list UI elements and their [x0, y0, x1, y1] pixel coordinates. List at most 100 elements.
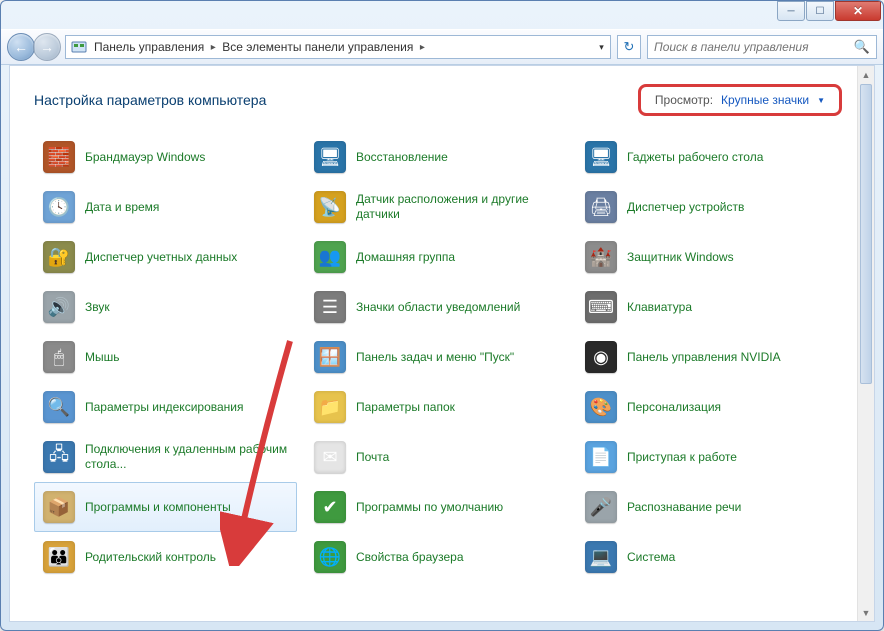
scrollbar[interactable]: ▲ ▼: [857, 66, 874, 621]
control-panel-item[interactable]: 🪟Панель задач и меню "Пуск": [305, 332, 568, 382]
item-label: Брандмауэр Windows: [85, 150, 205, 165]
item-label: Программы по умолчанию: [356, 500, 503, 515]
taskbar-icon: 🪟: [312, 339, 348, 375]
folder-icon: 📁: [312, 389, 348, 425]
control-panel-item[interactable]: 🧱 Брандмауэр Windows: [34, 132, 297, 182]
control-panel-item[interactable]: 🔊 Звук: [34, 282, 297, 332]
content-area: Настройка параметров компьютера Просмотр…: [9, 65, 875, 622]
index-icon: 🔍: [41, 389, 77, 425]
speech-icon: 🎤: [583, 489, 619, 525]
control-panel-item[interactable]: ◉Панель управления NVIDIA: [576, 332, 839, 382]
control-panel-window: ─ ☐ ✕ ← → Панель управления ▸ Все элемен…: [0, 0, 884, 631]
control-panel-item[interactable]: ✉Почта: [305, 432, 568, 482]
maximize-button[interactable]: ☐: [806, 1, 834, 21]
view-selector: Просмотр: Крупные значки ▼: [638, 84, 842, 116]
page-header: Настройка параметров компьютера Просмотр…: [10, 66, 874, 132]
chevron-down-icon[interactable]: ▼: [817, 96, 825, 105]
item-label: Дата и время: [85, 200, 159, 215]
search-icon: 🔍: [854, 39, 870, 55]
chevron-right-icon[interactable]: ▸: [415, 42, 429, 53]
control-panel-item[interactable]: 🖱Мышь: [34, 332, 297, 382]
control-panel-item[interactable]: 🎤 Распознавание речи: [576, 482, 839, 532]
tray-icon: ☰: [312, 289, 348, 325]
search-box[interactable]: 🔍: [647, 35, 877, 59]
sound-icon: 🔊: [41, 289, 77, 325]
minimize-button[interactable]: ─: [777, 1, 805, 21]
back-button[interactable]: ←: [7, 33, 35, 61]
item-label: Звук: [85, 300, 110, 315]
control-panel-item[interactable]: ⌨Клавиатура: [576, 282, 839, 332]
mail-icon: ✉: [312, 439, 348, 475]
control-panel-item[interactable]: 🏰Защитник Windows: [576, 232, 839, 282]
refresh-button[interactable]: ↻: [617, 35, 641, 59]
control-panel-item[interactable]: 🔍 Параметры индексирования: [34, 382, 297, 432]
scroll-down-icon[interactable]: ▼: [858, 604, 874, 621]
shield-icon: 🧱: [41, 139, 77, 175]
control-panel-item[interactable]: 📦Программы и компоненты: [34, 482, 297, 532]
control-panel-item[interactable]: 🎨Персонализация: [576, 382, 839, 432]
item-label: Свойства браузера: [356, 550, 464, 565]
control-panel-item[interactable]: 🖨Диспетчер устройств: [576, 182, 839, 232]
control-panel-item[interactable]: 🖥 Восстановление: [305, 132, 568, 182]
close-icon: ✕: [853, 4, 863, 18]
control-panel-item[interactable]: 🕓 Дата и время: [34, 182, 297, 232]
defaults-icon: ✔: [312, 489, 348, 525]
vault-icon: 🔐: [41, 239, 77, 275]
control-panel-item[interactable]: 🌐 Свойства браузера: [305, 532, 568, 582]
control-panel-item[interactable]: 📡 Датчик расположения и другие датчики: [305, 182, 568, 232]
item-label: Домашняя группа: [356, 250, 455, 265]
scroll-thumb[interactable]: [860, 84, 872, 384]
minimize-icon: ─: [787, 6, 794, 17]
nav-buttons: ← →: [7, 33, 59, 61]
control-panel-item[interactable]: ✔ Программы по умолчанию: [305, 482, 568, 532]
control-panel-item[interactable]: 📄Приступая к работе: [576, 432, 839, 482]
control-panel-icon: [70, 38, 88, 56]
scroll-up-icon[interactable]: ▲: [858, 66, 874, 83]
item-label: Восстановление: [356, 150, 448, 165]
control-panel-item[interactable]: ☰ Значки области уведомлений: [305, 282, 568, 332]
forward-button[interactable]: →: [33, 33, 61, 61]
item-label: Гаджеты рабочего стола: [627, 150, 763, 165]
item-label: Диспетчер учетных данных: [85, 250, 237, 265]
internet-icon: 🌐: [312, 539, 348, 575]
items-grid: 🧱 Брандмауэр Windows 🖥 Восстановление 🖥Гадже…: [10, 132, 857, 598]
toolbar: ← → Панель управления ▸ Все элементы пан…: [1, 29, 883, 65]
view-value[interactable]: Крупные значки: [721, 93, 809, 107]
search-input[interactable]: [654, 40, 854, 54]
arrow-left-icon: ←: [14, 39, 28, 55]
item-label: Подключения к удаленным рабочим стола...: [85, 442, 290, 472]
clock-icon: 🕓: [41, 189, 77, 225]
restore-icon: 🖥: [312, 139, 348, 175]
item-label: Значки области уведомлений: [356, 300, 520, 315]
item-label: Панель управления NVIDIA: [627, 350, 781, 365]
control-panel-item[interactable]: 👥Домашняя группа: [305, 232, 568, 282]
control-panel-item[interactable]: 🖧Подключения к удаленным рабочим стола..…: [34, 432, 297, 482]
item-label: Датчик расположения и другие датчики: [356, 192, 561, 222]
breadcrumb-root[interactable]: Панель управления: [92, 40, 206, 54]
control-panel-item[interactable]: 👪 Родительский контроль: [34, 532, 297, 582]
item-label: Клавиатура: [627, 300, 692, 315]
item-label: Распознавание речи: [627, 500, 741, 515]
close-button[interactable]: ✕: [835, 1, 881, 21]
item-label: Параметры папок: [356, 400, 455, 415]
view-label: Просмотр:: [655, 93, 713, 107]
address-bar[interactable]: Панель управления ▸ Все элементы панели …: [65, 35, 611, 59]
control-panel-item[interactable]: 🖥Гаджеты рабочего стола: [576, 132, 839, 182]
defender-icon: 🏰: [583, 239, 619, 275]
parental-icon: 👪: [41, 539, 77, 575]
item-label: Параметры индексирования: [85, 400, 243, 415]
maximize-icon: ☐: [816, 6, 825, 17]
control-panel-item[interactable]: 📁 Параметры папок: [305, 382, 568, 432]
programs-icon: 📦: [41, 489, 77, 525]
titlebar: ─ ☐ ✕: [1, 1, 883, 29]
breadcrumb-child[interactable]: Все элементы панели управления: [220, 40, 415, 54]
control-panel-item[interactable]: 💻Система: [576, 532, 839, 582]
control-panel-item[interactable]: 🔐 Диспетчер учетных данных: [34, 232, 297, 282]
sensor-icon: 📡: [312, 189, 348, 225]
item-label: Система: [627, 550, 675, 565]
mouse-icon: 🖱: [41, 339, 77, 375]
chevron-right-icon[interactable]: ▸: [206, 42, 220, 53]
item-label: Родительский контроль: [85, 550, 216, 565]
address-dropdown[interactable]: ▾: [592, 42, 610, 53]
item-label: Приступая к работе: [627, 450, 737, 465]
